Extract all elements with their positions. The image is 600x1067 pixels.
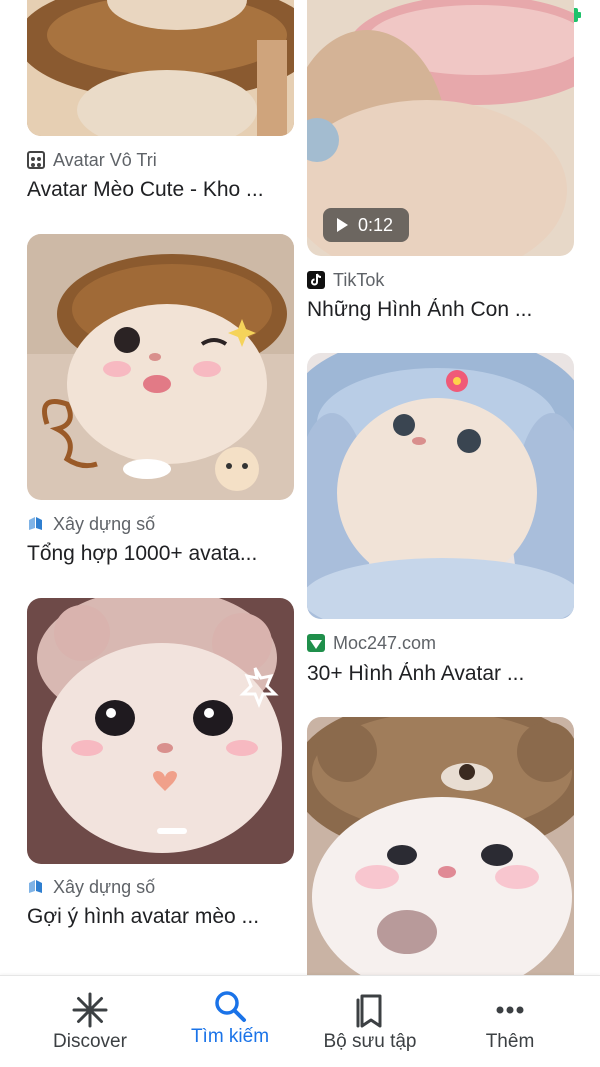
result-image[interactable] <box>307 353 574 619</box>
more-horiz-icon <box>496 1006 524 1014</box>
result-video-thumbnail[interactable]: 0:12 <box>307 0 574 256</box>
collections-icon <box>356 994 382 1028</box>
result-title[interactable]: Avatar Mèo Cute - Kho ... <box>27 178 297 202</box>
tiktok-icon <box>307 271 325 289</box>
moc247-icon <box>307 634 325 652</box>
result-image[interactable] <box>27 0 294 136</box>
nav-label: Thêm <box>485 1031 535 1052</box>
result-source-label: Avatar Vô Tri <box>53 149 157 170</box>
play-icon <box>337 218 348 232</box>
book-icon <box>27 515 45 533</box>
result-image[interactable] <box>27 234 294 500</box>
nav-collections[interactable]: Bộ sưu tập <box>295 976 445 1067</box>
result-source-label: Xây dựng số <box>53 513 156 534</box>
result-source: Avatar Vô Tri <box>27 148 157 172</box>
result-image[interactable] <box>307 717 574 975</box>
result-title[interactable]: Những Hình Ảnh Con ... <box>307 298 577 322</box>
result-source: Moc247.com <box>307 631 436 655</box>
result-image[interactable] <box>27 598 294 864</box>
result-title[interactable]: Tổng hợp 1000+ avata... <box>27 542 297 566</box>
book-icon <box>27 878 45 896</box>
nav-label: Bộ sưu tập <box>323 1031 417 1052</box>
result-source: TikTok <box>307 268 384 292</box>
nav-label: Discover <box>53 1031 127 1052</box>
result-source-label: Moc247.com <box>333 632 437 653</box>
search-icon <box>215 991 246 1022</box>
nav-discover[interactable]: Discover <box>15 976 165 1067</box>
result-source-label: TikTok <box>333 269 385 290</box>
result-title[interactable]: 30+ Hình Ảnh Avatar ... <box>307 662 577 686</box>
asterisk-icon <box>72 992 108 1028</box>
nav-more[interactable]: Thêm <box>435 976 585 1067</box>
smiley-grid-icon <box>27 151 45 169</box>
bottom-navigation: Discover Tìm kiếm Bộ sưu tập Thêm <box>0 975 600 1067</box>
result-source: Xây dựng số <box>27 512 155 536</box>
image-results-grid[interactable]: Avatar Vô Tri Avatar Mèo Cute - Kho ... … <box>0 0 600 975</box>
video-duration-badge: 0:12 <box>323 208 409 242</box>
result-title[interactable]: Gợi ý hình avatar mèo ... <box>27 905 297 929</box>
result-source-label: Xây dựng số <box>53 876 156 897</box>
video-duration: 0:12 <box>358 214 394 235</box>
nav-label: Tìm kiếm <box>190 1026 270 1047</box>
nav-search[interactable]: Tìm kiếm <box>155 976 305 1067</box>
result-source: Xây dựng số <box>27 875 155 899</box>
